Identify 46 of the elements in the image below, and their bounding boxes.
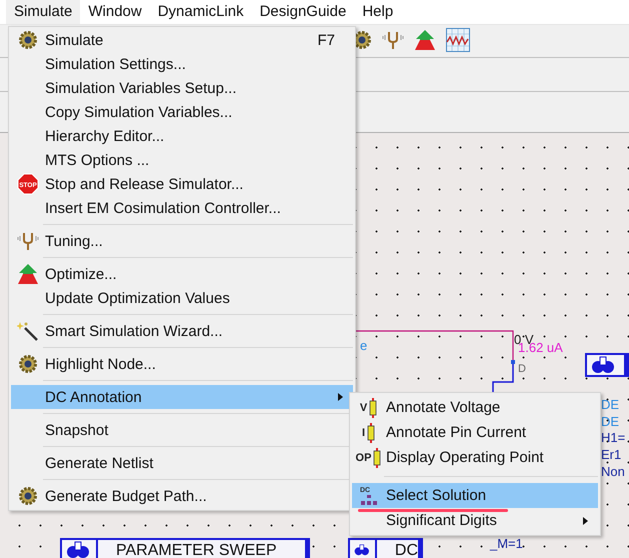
schematic-label: Non [601, 464, 625, 479]
component-block: DC [348, 538, 423, 558]
menu-item[interactable]: Insert EM Cosimulation Controller... [11, 196, 353, 220]
menu-item[interactable]: Highlight Node... [11, 352, 353, 376]
gear-icon [18, 486, 38, 506]
gear-icon [18, 354, 38, 374]
menu-item[interactable]: Tuning... [11, 229, 353, 253]
menu-item[interactable]: V Annotate Voltage [352, 395, 598, 420]
component-icon [66, 540, 92, 558]
menu-item[interactable]: Simulation Settings... [11, 52, 353, 76]
graph-icon[interactable] [446, 28, 470, 52]
schematic-label: DE [601, 397, 620, 412]
menu-item[interactable]: Smart Simulation Wizard... [11, 319, 353, 343]
menu-item[interactable]: Simulate F7 [11, 28, 353, 52]
menu-item[interactable]: Simulation Variables Setup... [11, 76, 353, 100]
up-arrow-icon [17, 263, 39, 285]
menu-item[interactable]: Optimize... [11, 262, 353, 286]
menu-item[interactable]: MTS Options ... [11, 148, 353, 172]
schematic-label: H1= [601, 430, 626, 445]
magic-wand-icon [17, 320, 39, 342]
schematic-label: D [518, 362, 526, 377]
menu-title[interactable]: Simulate [6, 0, 80, 24]
menu-title[interactable]: Help [354, 0, 402, 24]
schematic-label: _M=1 [490, 536, 523, 551]
menu-item[interactable]: Hierarchy Editor... [11, 124, 353, 148]
tuning-fork-icon [17, 231, 39, 251]
menu-item[interactable]: Significant Digits [352, 508, 598, 533]
menu-item[interactable]: Snapshot [11, 418, 353, 442]
gear-icon [18, 30, 38, 50]
menu-item[interactable]: Copy Simulation Variables... [11, 100, 353, 124]
menu-item[interactable]: OP Display Operating Point [352, 445, 598, 470]
up-arrow-icon [414, 29, 436, 51]
menu-title[interactable]: Window [80, 0, 150, 24]
schematic-label: DE [601, 414, 620, 429]
schematic-label: Er1 [601, 447, 622, 462]
menu-item[interactable]: Generate Budget Path... [11, 484, 353, 508]
schematic-label: e [360, 338, 368, 353]
menu-title[interactable]: DesignGuide [252, 0, 354, 24]
component-block: PARAMETER SWEEP [60, 538, 310, 558]
menu-item[interactable]: DC Annotation [11, 385, 353, 409]
menu-item[interactable]: I Annotate Pin Current [352, 420, 598, 445]
tuning-fork-icon [382, 30, 404, 50]
wire [492, 363, 514, 393]
menu-item[interactable]: Update Optimization Values [11, 286, 353, 310]
menu-title[interactable]: DynamicLink [150, 0, 252, 24]
menu-item[interactable]: Generate Netlist [11, 451, 353, 475]
